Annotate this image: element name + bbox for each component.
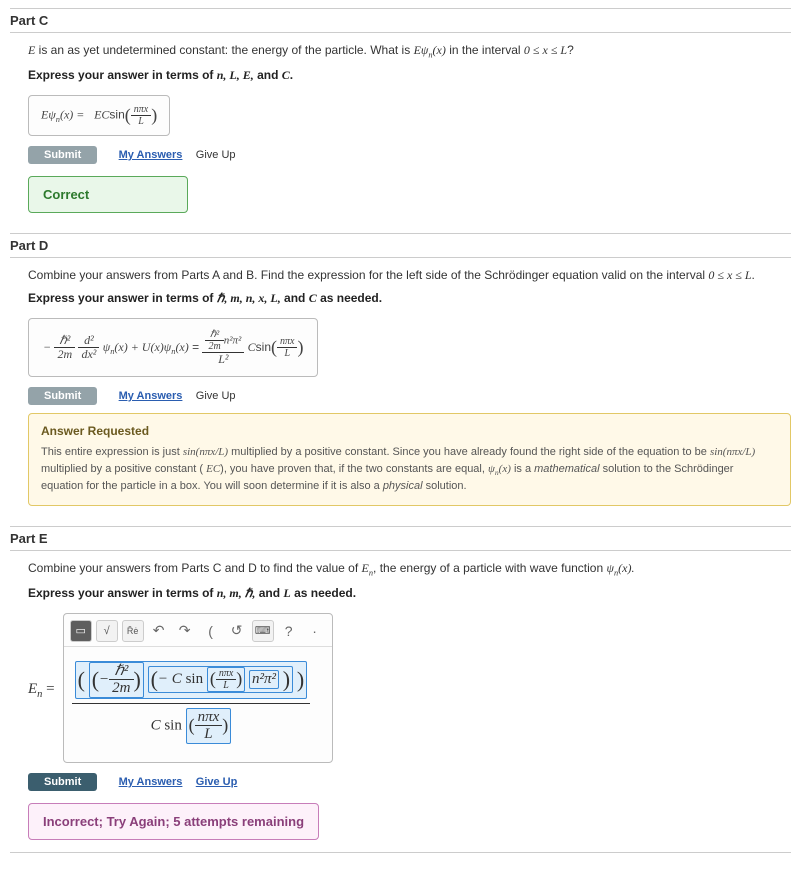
tool-keyboard-icon[interactable]: ⌨: [252, 620, 274, 642]
tool-template-icon[interactable]: ▭: [70, 620, 92, 642]
tool-help-icon[interactable]: ?: [278, 620, 300, 642]
tool-vector-icon[interactable]: Řė: [122, 620, 144, 642]
part-c-header: Part C: [10, 8, 791, 33]
part-d-header: Part D: [10, 233, 791, 258]
submit-button[interactable]: Submit: [28, 146, 97, 164]
part-d-hint: Express your answer in terms of ℏ, m, n,…: [28, 291, 791, 306]
tool-paren-icon[interactable]: (: [200, 620, 222, 642]
part-e-lhs: En =: [28, 681, 55, 700]
give-up-link[interactable]: Give Up: [196, 149, 236, 161]
give-up-link[interactable]: Give Up: [196, 390, 236, 402]
tool-undo-icon[interactable]: ↶: [148, 620, 170, 642]
answer-requested-title: Answer Requested: [41, 424, 778, 438]
tool-reset-icon[interactable]: ↺: [226, 620, 248, 642]
editor-toolbar: ▭ √ Řė ↶ ↷ ( ↺ ⌨ ? ·: [64, 614, 332, 647]
part-d-answer-box: − ℏ²2m d²dx² ψn(x) + U(x)ψn(x) = ℏ²2mn²π…: [28, 318, 318, 377]
part-e-hint: Express your answer in terms of n, m, ℏ,…: [28, 586, 791, 601]
submit-button[interactable]: Submit: [28, 387, 97, 405]
my-answers-link[interactable]: My Answers: [119, 149, 183, 161]
part-e-header: Part E: [10, 526, 791, 551]
part-c-prompt: E is an as yet undetermined constant: th…: [28, 41, 791, 62]
part-e-prompt: Combine your answers from Parts C and D …: [28, 559, 791, 580]
part-d-prompt: Combine your answers from Parts A and B.…: [28, 266, 791, 285]
give-up-link[interactable]: Give Up: [196, 776, 238, 788]
feedback-correct: Correct: [28, 176, 188, 213]
part-c-answer-box: Eψn(x) = ECsin(nπxL): [28, 95, 170, 136]
submit-button[interactable]: Submit: [28, 773, 97, 791]
feedback-incorrect: Incorrect; Try Again; 5 attempts remaini…: [28, 803, 319, 840]
part-c-hint: Express your answer in terms of n, L, E,…: [28, 68, 791, 83]
tool-more-icon[interactable]: ·: [304, 620, 326, 642]
my-answers-link[interactable]: My Answers: [119, 776, 183, 788]
answer-requested: Answer Requested This entire expression …: [28, 413, 791, 506]
tool-redo-icon[interactable]: ↷: [174, 620, 196, 642]
tool-sqrt-icon[interactable]: √: [96, 620, 118, 642]
divider: [10, 852, 791, 853]
my-answers-link[interactable]: My Answers: [119, 390, 183, 402]
editor-input[interactable]: ( (−ℏ²2m) (− C sin (nπxL) n²π² ): [64, 647, 332, 762]
answer-editor[interactable]: ▭ √ Řė ↶ ↷ ( ↺ ⌨ ? · ( (−ℏ²2m): [63, 613, 333, 763]
answer-requested-body: This entire expression is just sin(nπx/L…: [41, 444, 778, 495]
